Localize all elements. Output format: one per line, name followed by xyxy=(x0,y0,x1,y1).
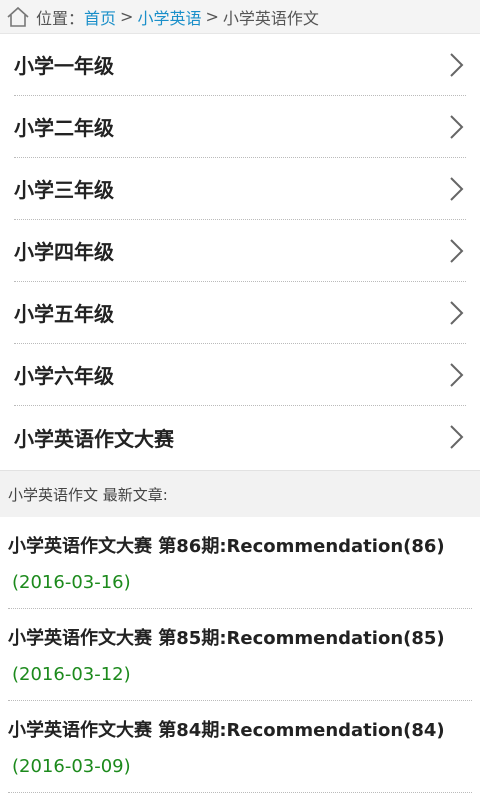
chevron-right-icon xyxy=(450,300,464,325)
grade-label: 小学五年级 xyxy=(14,302,114,326)
grade-label: 小学六年级 xyxy=(14,364,114,388)
grade-label: 小学二年级 xyxy=(14,116,114,140)
grade-item-3[interactable]: 小学三年级 xyxy=(14,158,466,220)
article-date: (2016-03-16) xyxy=(12,572,131,593)
article-item[interactable]: 小学英语作文大赛 第84期:Recommendation(84) (2016-0… xyxy=(8,701,472,793)
article-title[interactable]: 小学英语作文大赛 第85期:Recommendation(85) xyxy=(8,624,472,650)
article-list: 小学英语作文大赛 第86期:Recommendation(86) (2016-0… xyxy=(8,517,472,793)
chevron-right-icon xyxy=(450,362,464,387)
grade-label: 小学四年级 xyxy=(14,240,114,264)
article-date: (2016-03-09) xyxy=(12,756,131,777)
breadcrumb-home-link[interactable]: 首页 xyxy=(84,5,116,29)
chevron-right-icon xyxy=(450,52,464,77)
article-item[interactable]: 小学英语作文大赛 第86期:Recommendation(86) (2016-0… xyxy=(8,517,472,609)
grade-item-contest[interactable]: 小学英语作文大赛 xyxy=(14,406,466,468)
breadcrumb-current: 小学英语作文 xyxy=(222,8,319,28)
home-icon[interactable] xyxy=(6,5,30,29)
article-title[interactable]: 小学英语作文大赛 第84期:Recommendation(84) xyxy=(8,716,472,742)
grade-list: 小学一年级 小学二年级 小学三年级 小学四年级 小学五年级 小学六年级 小学英语… xyxy=(14,34,466,468)
chevron-right-icon xyxy=(450,114,464,139)
grade-item-4[interactable]: 小学四年级 xyxy=(14,220,466,282)
breadcrumb-category-link[interactable]: 小学英语 xyxy=(137,5,201,29)
grade-label: 小学三年级 xyxy=(14,178,114,202)
grade-item-2[interactable]: 小学二年级 xyxy=(14,96,466,158)
breadcrumb-separator: > xyxy=(205,7,219,26)
breadcrumb-prefix: 位置： xyxy=(36,8,85,28)
article-item[interactable]: 小学英语作文大赛 第85期:Recommendation(85) (2016-0… xyxy=(8,609,472,701)
breadcrumb: 位置： 首页 > 小学英语 > 小学英语作文 xyxy=(0,0,480,34)
grade-item-5[interactable]: 小学五年级 xyxy=(14,282,466,344)
article-title[interactable]: 小学英语作文大赛 第86期:Recommendation(86) xyxy=(8,532,472,558)
article-date: (2016-03-12) xyxy=(12,664,131,685)
latest-articles-header: 小学英语作文 最新文章: xyxy=(0,470,480,517)
chevron-right-icon xyxy=(450,238,464,263)
grade-label: 小学英语作文大赛 xyxy=(14,426,174,451)
grade-item-6[interactable]: 小学六年级 xyxy=(14,344,466,406)
chevron-right-icon xyxy=(450,176,464,201)
chevron-right-icon xyxy=(450,425,464,449)
breadcrumb-separator: > xyxy=(120,7,134,26)
grade-label: 小学一年级 xyxy=(14,54,114,78)
grade-item-1[interactable]: 小学一年级 xyxy=(14,34,466,96)
